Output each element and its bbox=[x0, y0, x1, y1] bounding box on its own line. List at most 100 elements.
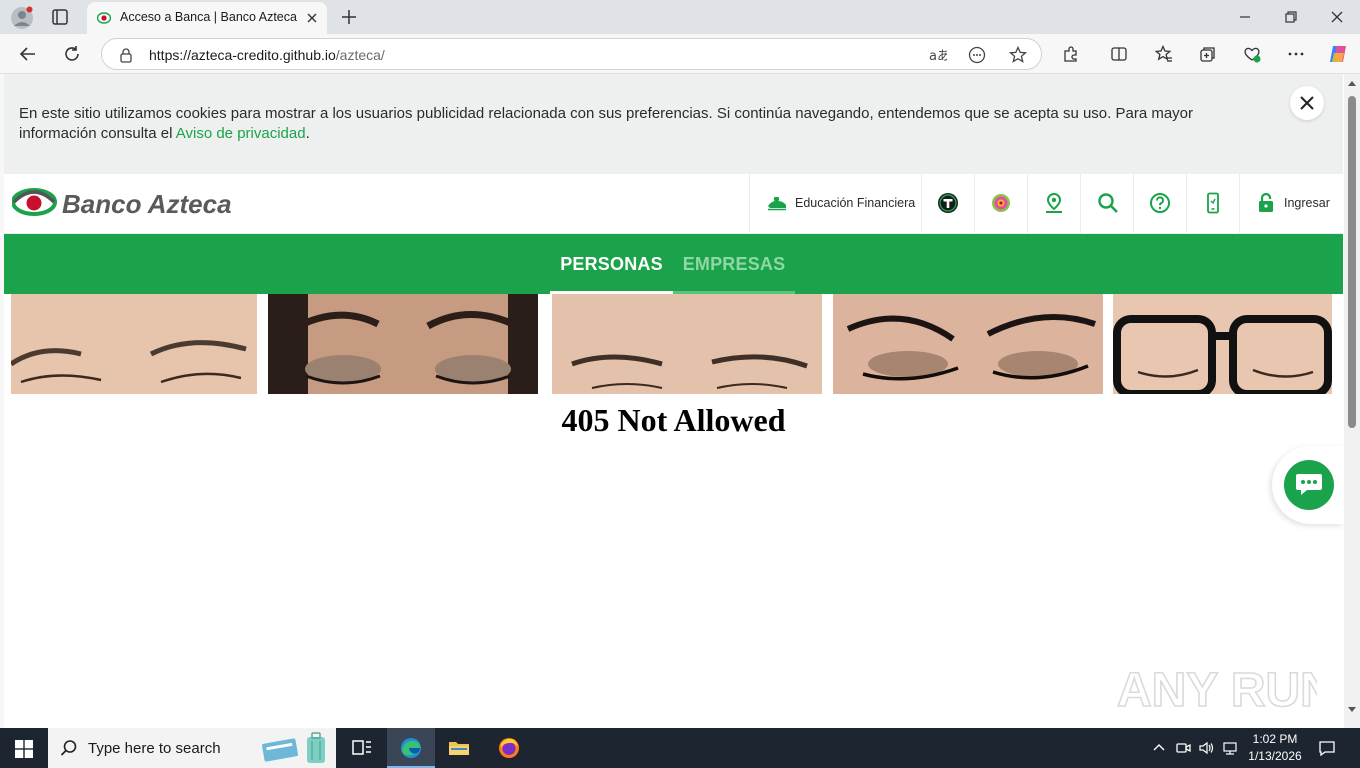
chat-icon bbox=[1296, 474, 1322, 495]
hero-banner bbox=[11, 294, 1332, 394]
padlock-icon bbox=[1259, 192, 1273, 212]
privacy-link[interactable]: Aviso de privacidad bbox=[176, 125, 306, 142]
taskbar-edge[interactable] bbox=[387, 728, 435, 768]
scroll-up-icon[interactable] bbox=[1347, 79, 1357, 87]
browser-toolbar: https://azteca-credito.github.io/azteca/… bbox=[0, 34, 1360, 74]
lock-icon[interactable] bbox=[119, 47, 133, 63]
nav-educacion-financiera[interactable]: Educación Financiera bbox=[749, 174, 921, 234]
chevron-up-icon[interactable] bbox=[1151, 740, 1167, 756]
banner-image-eyes-3 bbox=[552, 294, 822, 394]
copilot-icon[interactable] bbox=[1327, 43, 1349, 65]
more-icon[interactable] bbox=[1286, 44, 1306, 64]
split-screen-icon[interactable] bbox=[1109, 44, 1129, 64]
cookie-close-button[interactable] bbox=[1290, 86, 1324, 120]
url-path: /azteca/ bbox=[335, 47, 385, 63]
collections-icon[interactable] bbox=[1198, 44, 1218, 64]
nav-buscar[interactable] bbox=[1080, 174, 1133, 234]
nav-ayuda[interactable] bbox=[1133, 174, 1186, 234]
banner-image-eyes-4 bbox=[833, 294, 1103, 394]
watermark-text: ANY RUN bbox=[1117, 664, 1317, 717]
taskbar-file-explorer[interactable] bbox=[435, 728, 483, 768]
app-icon bbox=[992, 194, 1010, 212]
taskbar-firefox[interactable] bbox=[485, 728, 533, 768]
emoji-icon[interactable] bbox=[967, 45, 987, 65]
favorites-icon[interactable] bbox=[1154, 44, 1174, 64]
minimize-icon[interactable] bbox=[1234, 6, 1256, 28]
site-header: Banco Azteca Educación Financiera Ingres… bbox=[4, 174, 1343, 234]
url-host: https://azteca-credito.github.io bbox=[149, 47, 336, 63]
phone-icon bbox=[1207, 192, 1219, 214]
nav-app[interactable] bbox=[974, 174, 1027, 234]
location-icon bbox=[1046, 192, 1062, 213]
meet-now-icon[interactable] bbox=[1175, 740, 1191, 756]
url-text[interactable]: https://azteca-credito.github.io/azteca/ bbox=[149, 47, 385, 63]
login-label: Ingresar bbox=[1284, 196, 1330, 210]
page-viewport: En este sitio utilizamos cookies para mo… bbox=[0, 74, 1360, 728]
svg-text:aあ: aあ bbox=[929, 49, 947, 64]
error-heading: 405 Not Allowed bbox=[561, 402, 786, 438]
clock-time: 1:02 PM bbox=[1252, 732, 1298, 746]
cookie-banner: En este sitio utilizamos cookies para mo… bbox=[4, 74, 1343, 174]
folder-icon bbox=[449, 742, 469, 755]
tab-personas-label: PERSONAS bbox=[560, 254, 663, 274]
profile-icon[interactable] bbox=[10, 6, 34, 30]
scroll-thumb[interactable] bbox=[1348, 96, 1356, 428]
refresh-icon[interactable] bbox=[62, 44, 82, 64]
address-bar[interactable]: https://azteca-credito.github.io/azteca/… bbox=[101, 38, 1042, 70]
restore-icon[interactable] bbox=[1280, 6, 1302, 28]
close-icon[interactable] bbox=[304, 10, 320, 26]
tab-personas[interactable]: PERSONAS bbox=[550, 234, 673, 294]
taskview-icon bbox=[352, 740, 371, 755]
windows-taskbar: Type here to search 1:02 PM 1/13/2026 bbox=[0, 728, 1360, 768]
nav-movil[interactable] bbox=[1186, 174, 1239, 234]
nav-educacion-label: Educación Financiera bbox=[795, 196, 916, 210]
nav-tienda[interactable] bbox=[921, 174, 974, 234]
system-clock[interactable]: 1:02 PM 1/13/2026 bbox=[1240, 731, 1310, 765]
search-icon bbox=[1098, 193, 1118, 213]
read-aloud-icon[interactable]: aあ bbox=[927, 45, 947, 65]
edge-icon bbox=[401, 738, 421, 758]
banner-image-eyes-2 bbox=[268, 294, 538, 394]
tab-empresas[interactable]: EMPRESAS bbox=[673, 234, 795, 294]
travel-widget-icon bbox=[262, 732, 325, 763]
taskbar-task-view[interactable] bbox=[338, 728, 386, 768]
brand-logo[interactable]: Banco Azteca bbox=[12, 186, 252, 222]
tab-empresas-label: EMPRESAS bbox=[682, 254, 786, 274]
close-window-icon[interactable] bbox=[1326, 6, 1348, 28]
firefox-icon bbox=[499, 738, 519, 758]
browser-titlebar: Acceso a Banca | Banco Azteca bbox=[0, 0, 1360, 34]
browser-tab-active[interactable]: Acceso a Banca | Banco Azteca bbox=[87, 2, 327, 34]
tienda-icon bbox=[938, 193, 958, 213]
chat-widget[interactable] bbox=[1272, 446, 1344, 524]
search-icon bbox=[60, 740, 77, 756]
taskbar-search[interactable]: Type here to search bbox=[48, 728, 336, 768]
back-icon[interactable] bbox=[18, 44, 38, 64]
scroll-down-icon[interactable] bbox=[1347, 706, 1357, 714]
taskbar-search-placeholder: Type here to search bbox=[88, 740, 221, 757]
chat-button[interactable] bbox=[1284, 460, 1334, 510]
close-icon bbox=[1300, 96, 1314, 110]
performance-icon[interactable] bbox=[1242, 44, 1262, 64]
windows-icon[interactable] bbox=[15, 740, 33, 758]
plus-icon[interactable] bbox=[339, 7, 359, 27]
extensions-icon[interactable] bbox=[1061, 44, 1081, 64]
tab-actions-icon[interactable] bbox=[50, 7, 70, 27]
page-scrollbar[interactable] bbox=[1344, 74, 1360, 728]
nav-ingresar[interactable]: Ingresar bbox=[1239, 174, 1343, 234]
help-icon bbox=[1150, 193, 1170, 213]
brand-name: Banco Azteca bbox=[62, 189, 232, 219]
star-icon[interactable] bbox=[1008, 45, 1028, 65]
tab-title: Acceso a Banca | Banco Azteca bbox=[120, 10, 297, 24]
network-icon[interactable] bbox=[1222, 740, 1238, 756]
volume-icon[interactable] bbox=[1198, 740, 1214, 756]
notification-icon[interactable] bbox=[1318, 739, 1336, 757]
cookie-trailing: . bbox=[305, 125, 310, 142]
banner-image-eyes-5 bbox=[1113, 294, 1332, 394]
favicon-icon bbox=[97, 12, 111, 24]
cookie-text: En este sitio utilizamos cookies para mo… bbox=[19, 104, 1259, 144]
nav-sucursales[interactable] bbox=[1027, 174, 1080, 234]
clock-date: 1/13/2026 bbox=[1248, 749, 1302, 763]
anyrun-watermark: ANY RUN bbox=[1117, 663, 1317, 718]
segment-bar: PERSONAS EMPRESAS bbox=[4, 234, 1343, 294]
piggy-bank-icon bbox=[768, 197, 786, 211]
